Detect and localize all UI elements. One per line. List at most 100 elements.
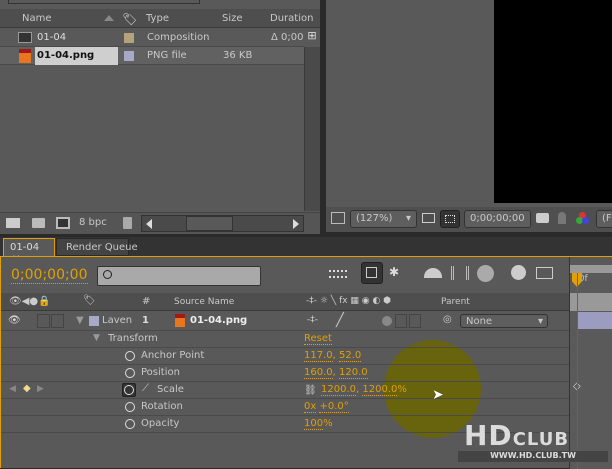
property-value-y[interactable]: 1200.0 (362, 384, 398, 396)
trash-icon[interactable] (123, 217, 132, 229)
label-swatch[interactable] (124, 33, 134, 43)
property-value-x[interactable]: 160.0 (304, 367, 333, 379)
horizontal-scrollbar[interactable] (141, 215, 304, 232)
parent-dropdown[interactable]: None ▾ (460, 314, 548, 328)
show-snapshot-icon[interactable] (558, 212, 566, 224)
label-swatch[interactable] (124, 51, 134, 61)
col-duration[interactable]: Duration (270, 13, 313, 24)
color-channels-icon[interactable] (576, 212, 590, 226)
vertical-scrollbar[interactable] (304, 47, 320, 211)
lock-checkbox[interactable] (51, 314, 64, 328)
brainstorm-icon[interactable] (477, 265, 494, 282)
stopwatch-active-icon[interactable] (122, 383, 136, 397)
property-row-scale[interactable]: ◀ ◆ ▶ ⟋ Scale ⛓ 1200.0, 1200.0% (1, 382, 569, 399)
viewer-toolbar: (127%) ▾ 0;00;00;00 (F (326, 207, 612, 232)
col-size[interactable]: Size (222, 13, 243, 24)
comp-mini-flowchart-icon[interactable] (329, 270, 347, 278)
motion-blur-switch-icon[interactable] (382, 316, 392, 326)
region-of-interest-icon[interactable] (440, 210, 460, 228)
resolution-dropdown[interactable]: (F (596, 210, 612, 228)
composition-canvas[interactable] (494, 0, 612, 203)
constrain-proportions-link-icon[interactable]: ⛓ (304, 385, 317, 396)
pickwhip-icon[interactable]: ◎ (443, 314, 452, 325)
stopwatch-icon[interactable] (125, 351, 135, 361)
tab-label: 01-04 (10, 242, 40, 253)
safe-margins-icon[interactable] (422, 213, 435, 223)
parent-value: None (466, 316, 493, 327)
draft-3d-icon[interactable] (361, 262, 383, 284)
quality-switch-icon[interactable]: ╱ (336, 313, 344, 328)
item-size: 36 KB (223, 50, 253, 61)
transform-reset-link[interactable]: Reset (304, 333, 332, 345)
rotation-degrees[interactable]: +0.0° (319, 401, 349, 413)
next-keyframe-icon[interactable]: ▶ (37, 384, 44, 394)
project-item[interactable]: 01-04 Composition Δ 0;00 (0, 29, 304, 47)
col-type[interactable]: Type (146, 13, 169, 24)
rotation-revolutions[interactable]: 0x (304, 401, 317, 413)
property-unit: % (397, 384, 407, 395)
viewer-timecode[interactable]: 0;00;00;00 (464, 210, 531, 228)
interpret-footage-icon[interactable] (6, 218, 20, 228)
property-value-x[interactable]: 1200.0 (321, 384, 356, 396)
scroll-right-icon[interactable] (293, 219, 299, 229)
timeline-panel: 0;00;00;00 ✱ 👁◀●🔒 🏷 # Source Name -‡- ☼ … (0, 256, 612, 469)
property-value-x[interactable]: 117.0 (304, 350, 333, 362)
search-icon (103, 270, 112, 279)
zoom-dropdown[interactable]: (127%) ▾ (350, 210, 417, 228)
expand-triangle-icon[interactable]: ▼ (93, 333, 100, 343)
layer-label-swatch[interactable] (89, 316, 99, 326)
sort-arrow-icon[interactable] (104, 15, 114, 21)
always-preview-icon[interactable] (331, 212, 345, 224)
item-type: Composition (147, 32, 210, 43)
visibility-eye-icon[interactable]: 👁 (8, 315, 21, 326)
tab-render-queue[interactable]: Render Queue (56, 238, 138, 256)
zoom-value: (127%) (356, 213, 393, 224)
bpc-button[interactable]: 8 bpc (79, 217, 107, 228)
composition-viewer: (127%) ▾ 0;00;00;00 (F (326, 0, 612, 232)
add-keyframe-icon[interactable]: ◆ (23, 383, 31, 394)
tab-01-04[interactable]: 01-04 × (3, 238, 55, 264)
adjustment-checkbox[interactable] (395, 314, 407, 328)
hide-shy-layers-icon[interactable]: ✱ (389, 265, 399, 279)
scroll-left-icon[interactable] (146, 219, 152, 229)
graph-icon[interactable]: ⟋ (142, 383, 149, 394)
transform-group-row[interactable]: ▼ Transform Reset (1, 331, 569, 348)
item-name-selected[interactable]: 01-04.png (35, 47, 118, 65)
scroll-thumb[interactable] (186, 216, 233, 231)
solo-checkbox[interactable] (37, 314, 50, 328)
layer-search-input[interactable] (97, 266, 261, 286)
property-row-position[interactable]: Position 160.0, 120.0 (1, 365, 569, 382)
property-name: Opacity (141, 418, 180, 429)
new-composition-icon[interactable] (56, 217, 70, 229)
frame-blending-icon[interactable] (424, 268, 442, 278)
property-value-y[interactable]: 120.0 (339, 367, 368, 379)
property-value[interactable]: 100 (304, 418, 324, 430)
3d-layer-checkbox[interactable] (409, 314, 421, 328)
stopwatch-icon[interactable] (125, 368, 135, 378)
layer-row[interactable]: 👁 ▼ Laven 1 01-04.png -‡- ╱ ◎ None ▾ (1, 312, 569, 331)
item-name: 01-04 (37, 32, 67, 43)
stopwatch-icon[interactable] (125, 419, 135, 429)
stopwatch-icon[interactable] (125, 402, 135, 412)
snapshot-camera-icon[interactable] (536, 213, 549, 223)
property-value-y[interactable]: 52.0 (339, 350, 362, 362)
layer-source-name[interactable]: 01-04.png (190, 315, 247, 326)
col-source-name[interactable]: Source Name (174, 297, 234, 307)
property-row-rotation[interactable]: Rotation 0x +0.0° (1, 399, 569, 416)
auto-keyframe-icon[interactable] (511, 265, 526, 280)
shy-switch-icon[interactable]: -‡- (307, 315, 318, 325)
expand-triangle-icon[interactable]: ▼ (76, 315, 84, 326)
property-row-anchor-point[interactable]: Anchor Point 117.0, 52.0 (1, 348, 569, 365)
motion-blur-icon[interactable] (451, 266, 469, 280)
flowchart-icon[interactable]: ⊞ (304, 29, 320, 47)
project-item[interactable]: 01-04.png PNG file 36 KB (0, 47, 304, 65)
col-name[interactable]: Name (22, 13, 52, 24)
prev-keyframe-icon[interactable]: ◀ (9, 384, 16, 394)
composition-icon (18, 32, 32, 43)
work-area-bar[interactable] (570, 265, 612, 273)
layer-duration-bar[interactable] (578, 312, 612, 329)
property-name: Rotation (141, 401, 183, 412)
graph-editor-icon[interactable] (536, 267, 553, 279)
current-time-display[interactable]: 0;00;00;00 (11, 267, 88, 284)
new-folder-icon[interactable] (32, 218, 45, 228)
